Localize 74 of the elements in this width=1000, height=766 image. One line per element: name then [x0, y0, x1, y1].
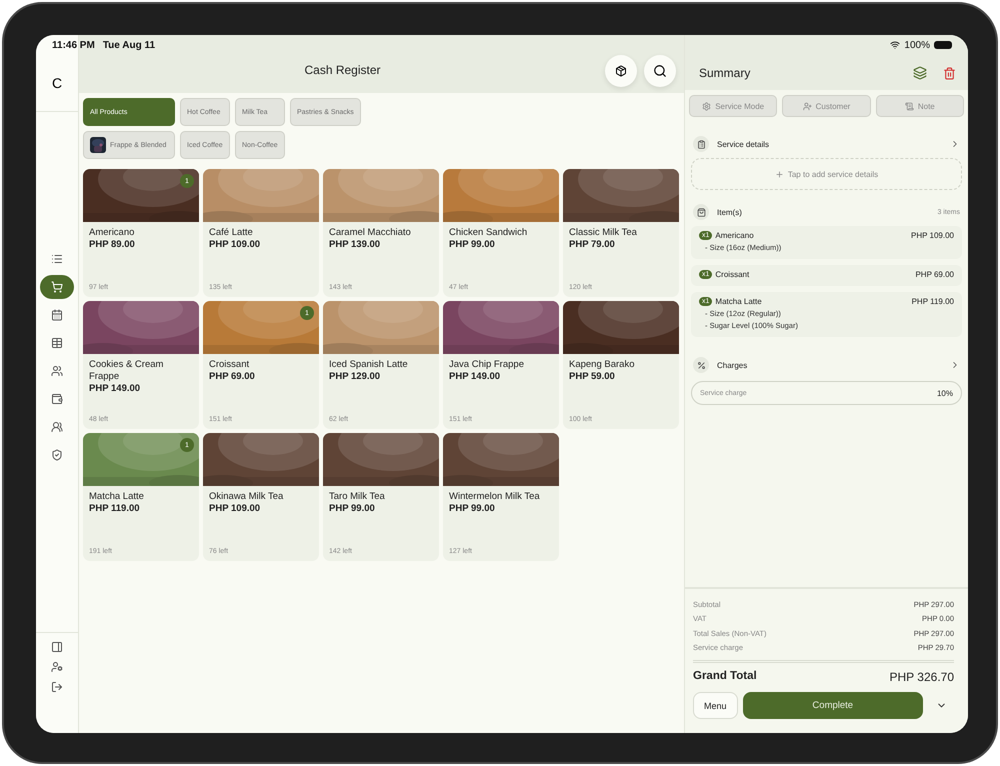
product-name: Chicken Sandwich: [449, 227, 528, 239]
product-name: Croissant: [209, 359, 250, 371]
product-name: Americano: [89, 227, 136, 239]
menu-button[interactable]: Menu: [693, 692, 738, 719]
summary-title: Summary: [699, 66, 752, 80]
product-price: PHP 69.00: [209, 371, 256, 383]
section-title: Charges: [717, 360, 748, 370]
package-button[interactable]: [605, 55, 637, 87]
product-name: Matcha Latte: [89, 491, 145, 503]
product-price: PHP 59.00: [569, 371, 616, 383]
percent-icon: [693, 357, 709, 373]
product-name: Taro Milk Tea: [329, 491, 386, 503]
product-name: Kapeng Barako: [569, 359, 636, 371]
product-price: PHP 109.00: [209, 503, 262, 515]
product-price: PHP 79.00: [569, 239, 616, 251]
product-price: PHP 109.00: [209, 239, 262, 251]
grand-total-label: Grand Total: [693, 670, 757, 684]
product-price: PHP 89.00: [89, 239, 136, 251]
trash-icon[interactable]: [943, 67, 956, 80]
product-price: PHP 99.00: [329, 503, 376, 515]
product-price: PHP 149.00: [89, 383, 142, 395]
logout-icon[interactable]: [51, 681, 63, 693]
layers-icon[interactable]: [913, 66, 927, 80]
item-price: PHP 69.00: [915, 270, 954, 279]
note-icon: [904, 102, 914, 110]
wallet-icon: [51, 393, 63, 405]
product-price: PHP 99.00: [449, 239, 496, 251]
search-icon: [653, 64, 667, 78]
cart-icon: [51, 281, 63, 293]
status-date: Tue Aug 11: [102, 40, 156, 50]
item-price: PHP 119.00: [912, 297, 954, 306]
battery-percent: 100%: [904, 40, 930, 50]
shield-icon: [51, 449, 63, 461]
package-icon: [615, 65, 627, 77]
product-price: PHP 139.00: [329, 239, 382, 251]
product-name: Wintermelon Milk Tea: [449, 491, 541, 503]
plus-icon: [774, 170, 784, 178]
product-price: PHP 99.00: [449, 503, 496, 515]
product-price: PHP 119.00: [89, 503, 141, 515]
product-name: Iced Spanish Latte: [329, 359, 409, 371]
section-title: Item(s): [717, 208, 743, 216]
product-name: Java Chip Frappe: [449, 359, 525, 371]
product-price: PHP 149.00: [449, 371, 502, 383]
table-icon: [51, 337, 63, 349]
product-name: Café Latte: [209, 227, 254, 239]
status-time: 11:46 PM: [52, 40, 95, 50]
user-settings-icon[interactable]: [51, 661, 63, 673]
item-name: Matcha Latte: [715, 297, 763, 306]
complete-button[interactable]: Complete: [742, 692, 923, 719]
item-name: Americano: [715, 231, 755, 240]
nav-button[interactable]: [40, 275, 74, 299]
item-price: PHP 109.00: [911, 231, 954, 240]
search-button[interactable]: [644, 55, 676, 87]
panel-icon[interactable]: [51, 641, 63, 653]
calendar-icon: [51, 309, 63, 321]
users-icon: [51, 421, 63, 433]
section-title: Service details: [717, 140, 770, 148]
gear-icon: [702, 102, 712, 110]
page-title: Cash Register: [303, 63, 382, 79]
bag-icon: [693, 204, 709, 220]
product-name: Cookies & Cream Frappe: [89, 359, 164, 383]
users-icon: [51, 365, 63, 377]
user-plus-icon: [802, 102, 812, 110]
product-name: Okinawa Milk Tea: [209, 491, 284, 503]
item-name: Croissant: [715, 270, 750, 279]
grand-total-value: PHP 326.70: [890, 670, 954, 684]
battery-icon: [934, 41, 952, 49]
product-name: Classic Milk Tea: [569, 227, 638, 239]
charge-value: 10%: [936, 388, 953, 398]
app-logo: C: [36, 55, 78, 112]
product-price: PHP 129.00: [329, 371, 382, 383]
product-name: Caramel Macchiato: [329, 227, 412, 239]
wifi-icon: [890, 40, 900, 50]
clipboard-icon: [693, 136, 709, 152]
